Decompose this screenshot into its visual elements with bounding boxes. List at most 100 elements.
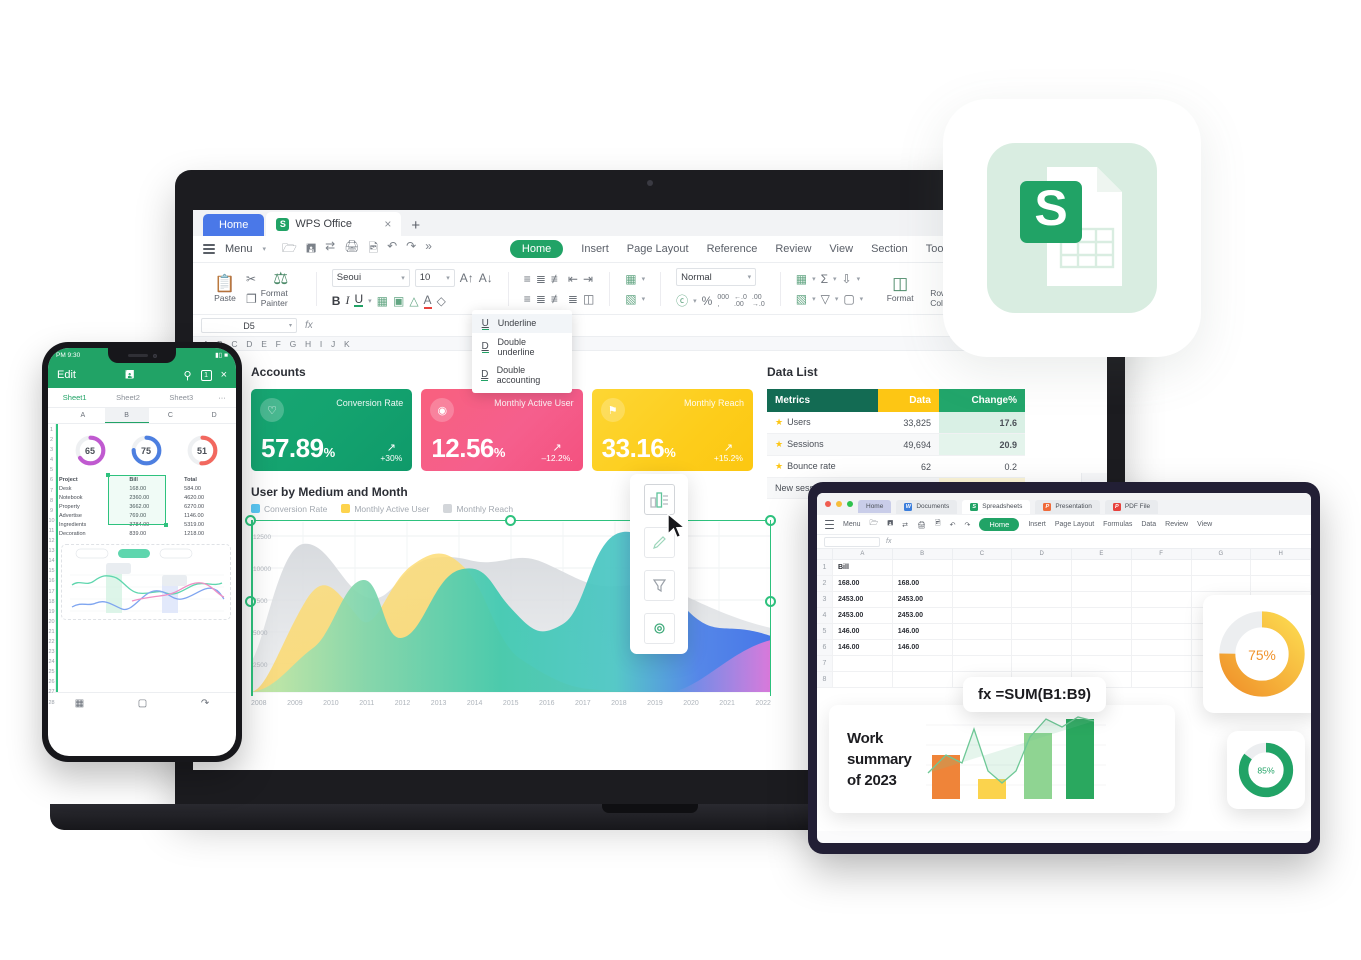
tablet-ribbon-tab-insert[interactable]: Insert bbox=[1028, 521, 1046, 528]
cell-a[interactable]: 2453.00 bbox=[833, 608, 893, 623]
tablet-col-b[interactable]: B bbox=[893, 549, 953, 559]
sort-icon[interactable]: ⇩ bbox=[842, 272, 852, 286]
cell-g[interactable] bbox=[1192, 560, 1252, 575]
open-icon[interactable]: 🗁 bbox=[282, 239, 297, 260]
align-middle-icon[interactable]: ≣ bbox=[536, 272, 546, 286]
increase-font-icon[interactable]: A↑ bbox=[460, 271, 474, 285]
increase-indent-icon[interactable]: ⇥ bbox=[583, 272, 593, 286]
phone-chart-card[interactable] bbox=[61, 544, 231, 620]
ribbon-tab-review[interactable]: Review bbox=[775, 243, 811, 255]
close-icon[interactable]: × bbox=[221, 369, 227, 381]
cell-f[interactable] bbox=[1132, 560, 1192, 575]
cell-e[interactable] bbox=[1072, 576, 1132, 591]
tablet-ribbon-tab-view[interactable]: View bbox=[1197, 521, 1212, 528]
phone-col-c[interactable]: C bbox=[149, 408, 193, 423]
cell-f[interactable] bbox=[1132, 624, 1192, 639]
cell-f[interactable] bbox=[1132, 608, 1192, 623]
save-icon[interactable]: 🖪 bbox=[125, 366, 134, 385]
undo-icon[interactable]: ↶ bbox=[387, 239, 397, 260]
app-icon-card[interactable]: S bbox=[943, 99, 1201, 357]
ribbon-tab-home[interactable]: Home bbox=[509, 240, 564, 258]
phone-chip-1[interactable] bbox=[75, 548, 109, 559]
chevron-down-icon[interactable]: ▾ bbox=[812, 275, 816, 283]
window-tab-spreadsheets[interactable]: S Spreadsheets bbox=[962, 499, 1031, 514]
cell-e[interactable] bbox=[1072, 560, 1132, 575]
align-right-icon[interactable]: ≢ bbox=[551, 292, 563, 306]
menu-item-double-underline[interactable]: D Double underline bbox=[472, 333, 572, 361]
tablet-icon[interactable]: ▢ bbox=[138, 698, 147, 709]
tablet-col-e[interactable]: E bbox=[1072, 549, 1132, 559]
currency-icon[interactable]: ⓒ bbox=[676, 292, 688, 309]
chevron-down-icon[interactable]: ▾ bbox=[857, 275, 861, 283]
table-row[interactable]: ★ Bounce rate 62 0.2 bbox=[767, 455, 1025, 478]
chevron-down-icon[interactable]: ▾ bbox=[835, 295, 839, 303]
comma-style-icon[interactable]: 000, bbox=[717, 294, 729, 308]
grid-icon[interactable]: ▦ bbox=[75, 698, 84, 709]
cell-c[interactable] bbox=[953, 576, 1013, 591]
cell-d[interactable] bbox=[1012, 608, 1072, 623]
font-size-input[interactable]: 10 ▾ bbox=[414, 268, 455, 287]
format-painter-button[interactable]: ⚖ Format Painter bbox=[261, 269, 301, 308]
window-tab-pdf[interactable]: P PDF File bbox=[1104, 499, 1159, 514]
kpi-card-conversion-rate[interactable]: ♡ Conversion Rate 57.89% ↗ +30% bbox=[251, 389, 413, 471]
clear-format-icon[interactable]: ◇ bbox=[437, 294, 446, 308]
name-box[interactable]: D5 ▾ bbox=[201, 318, 297, 333]
clear-icon[interactable]: ▢ bbox=[843, 292, 854, 306]
paste-button[interactable]: 📋 Paste bbox=[208, 274, 242, 303]
phone-cell-selection[interactable] bbox=[108, 475, 166, 525]
bold-button[interactable]: B bbox=[332, 294, 341, 308]
cell-h[interactable] bbox=[1251, 576, 1311, 591]
chevron-down-icon[interactable]: ▾ bbox=[368, 297, 372, 305]
phone-cells[interactable]: 65 75 51 Project Bill Total Desk 168.00 … bbox=[56, 424, 236, 692]
cell-b[interactable]: 146.00 bbox=[893, 640, 953, 655]
underline-dropdown-menu[interactable]: U Underline D Double underline D Double … bbox=[471, 309, 572, 393]
redo-icon[interactable]: ↷ bbox=[964, 521, 970, 529]
tablet-col-c[interactable]: C bbox=[953, 549, 1013, 559]
menu-item-underline[interactable]: U Underline bbox=[471, 313, 572, 333]
phone-sheet-tab-sheet1[interactable]: Sheet1 bbox=[48, 388, 101, 407]
percent-icon[interactable]: % bbox=[702, 294, 713, 308]
cell-f[interactable] bbox=[1132, 640, 1192, 655]
close-icon[interactable]: × bbox=[384, 217, 391, 231]
phone-more-icon[interactable]: ··· bbox=[208, 388, 236, 407]
decrease-font-icon[interactable]: A↓ bbox=[479, 271, 493, 285]
filter-icon[interactable]: ▽ bbox=[821, 292, 830, 306]
justify-icon[interactable]: ≣ bbox=[568, 292, 578, 306]
minimize-traffic-light[interactable] bbox=[836, 501, 842, 507]
more-icon[interactable]: » bbox=[425, 239, 432, 260]
tablet-sheet-grid[interactable]: A B C D E F G H 1 Bill 2 168.00 168.00 3… bbox=[817, 549, 1311, 831]
cell-b[interactable]: 146.00 bbox=[893, 624, 953, 639]
cell-a[interactable]: 146.00 bbox=[833, 640, 893, 655]
table-row[interactable]: 1 Bill bbox=[817, 560, 1311, 576]
ribbon-tab-section[interactable]: Section bbox=[871, 243, 908, 255]
hamburger-icon[interactable] bbox=[203, 242, 215, 257]
table-row[interactable]: Decoration 839.00 1218.00 bbox=[56, 529, 236, 538]
decrease-decimal-icon[interactable]: .00 →.0 bbox=[752, 294, 765, 308]
cell-e[interactable] bbox=[1072, 608, 1132, 623]
cell-e[interactable] bbox=[1072, 640, 1132, 655]
cell-a[interactable] bbox=[833, 672, 893, 687]
align-left-icon[interactable]: ≡ bbox=[524, 292, 531, 306]
table-row[interactable]: 2 168.00 168.00 bbox=[817, 576, 1311, 592]
cell-g[interactable] bbox=[1192, 576, 1252, 591]
tablet-ribbon-tab-home[interactable]: Home bbox=[979, 518, 1020, 531]
tablet-col-d[interactable]: D bbox=[1012, 549, 1072, 559]
conditional-format-icon[interactable]: ▧ bbox=[625, 292, 636, 306]
merge-cells-icon[interactable]: ◫ bbox=[583, 292, 594, 306]
hamburger-icon[interactable] bbox=[825, 517, 834, 532]
cell-style-select[interactable]: Normal ▾ bbox=[676, 268, 757, 286]
cell-b[interactable]: 168.00 bbox=[893, 576, 953, 591]
cell-f[interactable] bbox=[1132, 656, 1192, 671]
autofill-icon[interactable]: ▧ bbox=[796, 292, 807, 306]
increase-decimal-icon[interactable]: ←.0.00 bbox=[734, 294, 747, 308]
cell-e[interactable] bbox=[1072, 592, 1132, 607]
cell-d[interactable] bbox=[1012, 640, 1072, 655]
phone-col-a[interactable]: A bbox=[61, 408, 105, 423]
underline-button[interactable]: U bbox=[354, 293, 364, 307]
fx-icon[interactable]: fx bbox=[305, 320, 313, 331]
cell-b[interactable]: 2453.00 bbox=[893, 608, 953, 623]
tablet-col-g[interactable]: G bbox=[1192, 549, 1252, 559]
cell-c[interactable] bbox=[953, 640, 1013, 655]
format-button[interactable]: ◫ Format bbox=[878, 274, 922, 303]
sum-icon[interactable]: Σ bbox=[821, 272, 828, 286]
